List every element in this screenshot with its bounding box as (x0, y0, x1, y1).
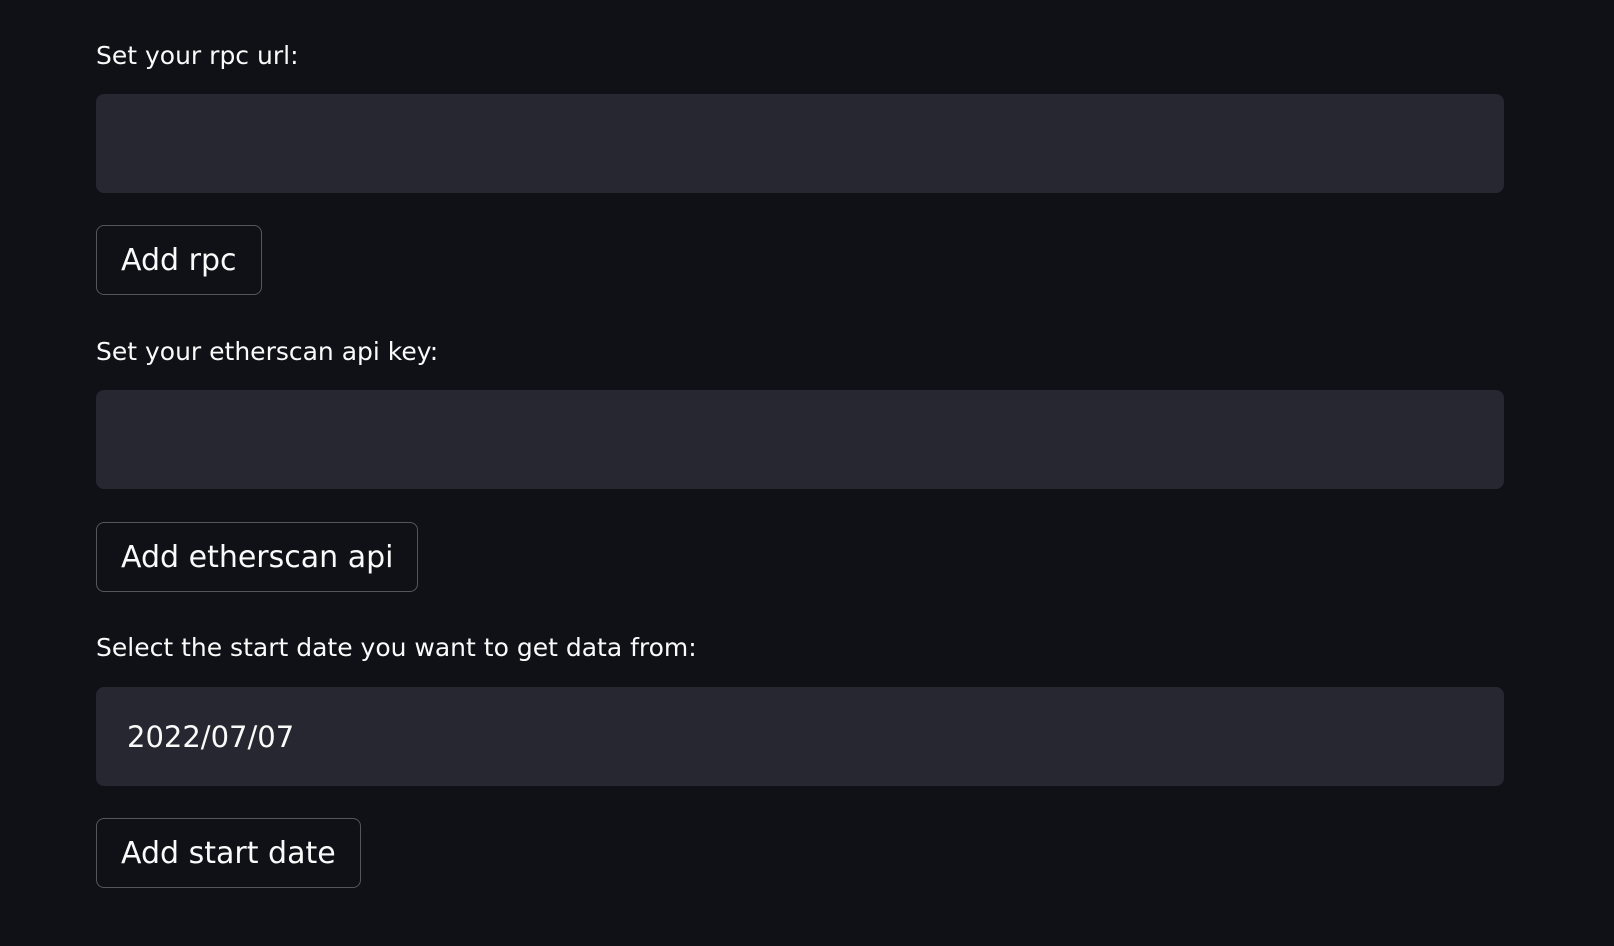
start-date-label: Select the start date you want to get da… (96, 633, 697, 662)
etherscan-api-key-label: Set your etherscan api key: (96, 337, 439, 366)
add-start-date-button[interactable]: Add start date (96, 818, 361, 888)
etherscan-api-key-input[interactable] (96, 390, 1504, 489)
rpc-url-input[interactable] (96, 94, 1504, 193)
add-etherscan-api-button[interactable]: Add etherscan api (96, 522, 419, 592)
start-date-input[interactable]: 2022/07/07 (96, 687, 1504, 786)
rpc-url-label: Set your rpc url: (96, 41, 299, 70)
add-rpc-button[interactable]: Add rpc (96, 225, 262, 295)
